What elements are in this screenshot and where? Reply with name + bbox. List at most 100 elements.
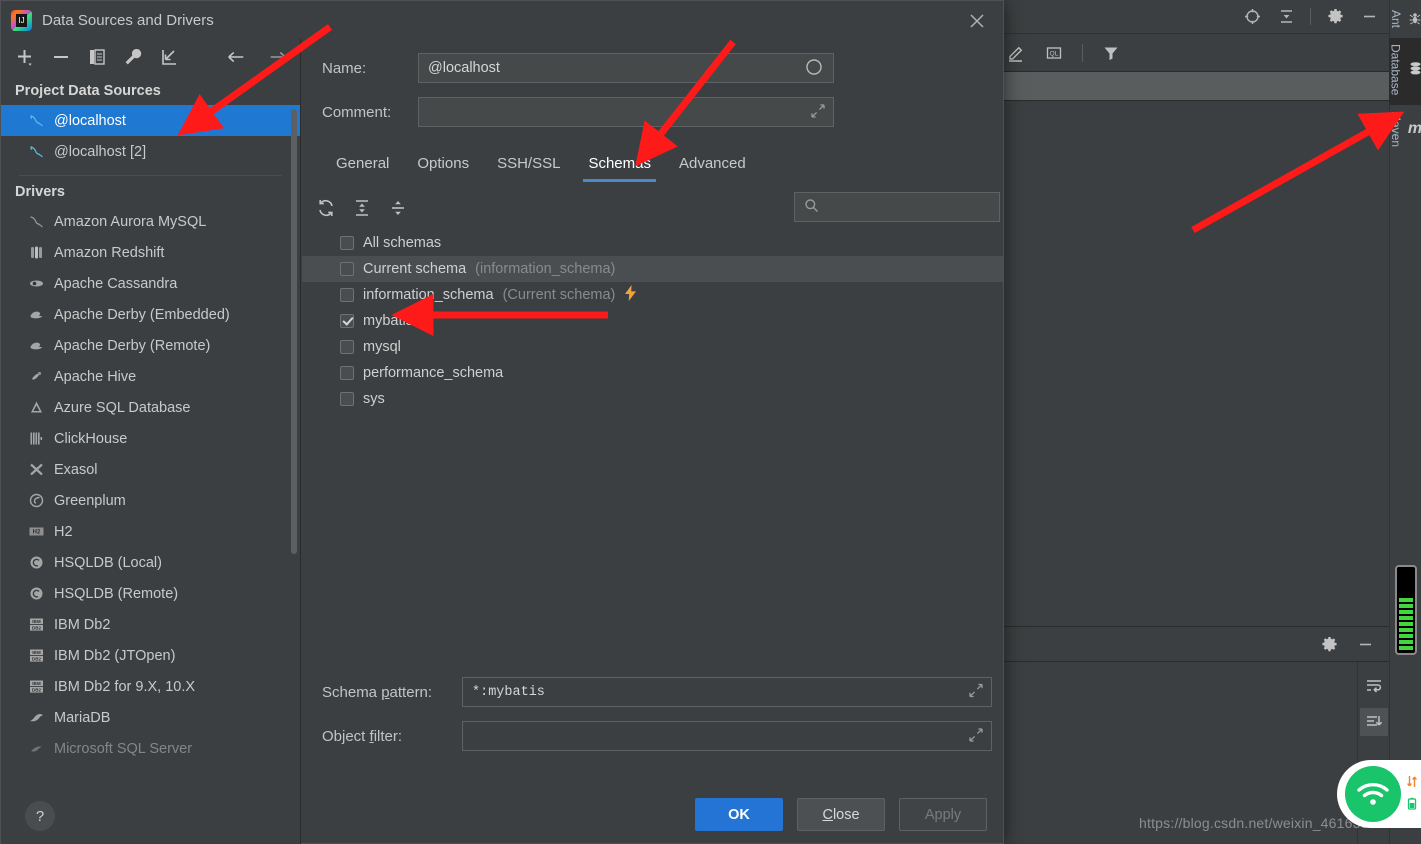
minus-icon[interactable] — [51, 47, 71, 67]
circle-indicator-icon[interactable] — [805, 58, 823, 78]
collapse-all-icon[interactable] — [388, 198, 408, 218]
schema-pattern-value: *:mybatis — [472, 684, 545, 700]
filter-icon[interactable] — [1101, 43, 1121, 63]
name-label: Name: — [322, 59, 367, 77]
expand-icon[interactable] — [969, 683, 983, 701]
tool-window-label: Ant — [1389, 10, 1403, 29]
object-filter-input[interactable] — [462, 721, 992, 751]
exasol-x-icon — [27, 461, 45, 479]
mysql-dolphin-icon — [27, 143, 45, 161]
schema-checkbox[interactable] — [340, 262, 354, 276]
data-source-item-localhost-2[interactable]: @localhost [2] — [1, 136, 300, 167]
settings-gear-icon[interactable] — [1325, 7, 1345, 27]
comment-input[interactable] — [418, 97, 834, 127]
intellij-idea-logo — [11, 9, 32, 31]
plus-icon[interactable] — [15, 47, 35, 67]
edit-pencil-icon[interactable] — [1006, 43, 1026, 63]
tab-options[interactable]: Options — [403, 149, 483, 182]
expand-icon[interactable] — [811, 104, 825, 120]
driver-item[interactable]: Apache Hive — [1, 361, 300, 392]
schema-checkbox[interactable] — [340, 314, 354, 328]
tab-general[interactable]: General — [322, 149, 403, 182]
schema-row-performance-schema[interactable]: performance_schema — [302, 360, 1003, 386]
driver-item[interactable]: Apache Derby (Embedded) — [1, 299, 300, 330]
driver-item[interactable]: Apache Derby (Remote) — [1, 330, 300, 361]
schema-row-all-schemas[interactable]: All schemas — [302, 230, 1003, 256]
tab-schemas[interactable]: Schemas — [574, 149, 665, 182]
driver-item[interactable]: Apache Cassandra — [1, 268, 300, 299]
data-sources-dialog: Data Sources and Drivers — [0, 0, 1004, 844]
driver-item[interactable]: HSQLDB (Remote) — [1, 578, 300, 609]
driver-item[interactable]: IBM DB2 IBM Db2 — [1, 609, 300, 640]
driver-item[interactable]: HSQLDB (Local) — [1, 547, 300, 578]
arrow-right-icon[interactable] — [268, 47, 288, 67]
schema-row-current-schema[interactable]: Current schema (information_schema) — [302, 256, 1003, 282]
driver-label: IBM Db2 — [54, 616, 111, 633]
schema-row-mybatis[interactable]: mybatis — [302, 308, 1003, 334]
name-input[interactable]: @localhost — [418, 53, 834, 83]
expand-all-icon[interactable] — [352, 198, 372, 218]
soft-wrap-icon[interactable] — [1360, 672, 1388, 700]
schema-pattern-input[interactable]: *:mybatis — [462, 677, 992, 707]
arrow-left-icon[interactable] — [226, 47, 246, 67]
ide-selected-row[interactable] — [1000, 72, 1389, 100]
close-icon[interactable] — [963, 7, 991, 35]
bottom-fields: Schema pattern: *:mybatis Object filter: — [302, 677, 1003, 751]
data-source-item-localhost[interactable]: @localhost — [1, 105, 300, 136]
settings-gear-icon[interactable] — [1319, 634, 1339, 654]
tool-window-ant[interactable]: Ant — [1389, 4, 1421, 38]
driver-item[interactable]: ClickHouse — [1, 423, 300, 454]
driver-item[interactable]: Amazon Aurora MySQL — [1, 206, 300, 237]
comment-label: Comment: — [322, 103, 392, 121]
locate-icon[interactable] — [1242, 7, 1262, 27]
driver-item[interactable]: MariaDB — [1, 702, 300, 733]
expand-icon[interactable] — [969, 728, 983, 744]
driver-item[interactable]: Greenplum — [1, 485, 300, 516]
query-console-icon[interactable]: QL — [1044, 43, 1064, 63]
wrench-icon[interactable] — [123, 47, 143, 67]
hide-window-icon[interactable] — [1355, 634, 1375, 654]
refresh-icon[interactable] — [316, 198, 336, 218]
scroll-to-end-icon[interactable] — [1359, 708, 1388, 736]
schema-checkbox[interactable] — [340, 366, 354, 380]
mariadb-seal-icon — [27, 709, 45, 727]
hsqldb-icon — [27, 585, 45, 603]
notification-toast[interactable]: 0 2 — [1337, 760, 1421, 828]
schema-suffix: (Current schema) — [502, 287, 616, 303]
driver-item[interactable]: H2 H2 — [1, 516, 300, 547]
import-arrow-icon[interactable] — [159, 47, 179, 67]
driver-item[interactable]: IBM DB2 IBM Db2 (JTOpen) — [1, 640, 300, 671]
right-tool-window-bar: Ant Database m Maven — [1388, 0, 1421, 844]
schema-checkbox[interactable] — [340, 288, 354, 302]
mysql-dolphin-icon — [27, 112, 45, 130]
driver-label: HSQLDB (Local) — [54, 554, 162, 571]
memory-indicator[interactable] — [1395, 565, 1417, 655]
schema-checkbox[interactable] — [340, 236, 354, 250]
driver-item[interactable]: Exasol — [1, 454, 300, 485]
schema-checkbox[interactable] — [340, 392, 354, 406]
driver-label: Azure SQL Database — [54, 399, 191, 416]
tool-window-database[interactable]: Database — [1388, 38, 1421, 106]
schema-row-mysql[interactable]: mysql — [302, 334, 1003, 360]
schema-search-input[interactable] — [794, 192, 1000, 222]
left-panel-scrollbar[interactable] — [291, 109, 297, 554]
driver-label: Amazon Redshift — [54, 244, 165, 261]
copy-icon[interactable] — [87, 47, 107, 67]
driver-item[interactable]: IBM DB2 IBM Db2 for 9.X, 10.X — [1, 671, 300, 702]
driver-label: Apache Derby (Remote) — [54, 337, 211, 354]
driver-item[interactable]: Azure SQL Database — [1, 392, 300, 423]
driver-item[interactable]: Amazon Redshift — [1, 237, 300, 268]
schema-row-information-schema[interactable]: information_schema (Current schema) — [302, 282, 1003, 308]
hide-window-icon[interactable] — [1359, 7, 1379, 27]
close-button[interactable]: Close — [797, 798, 885, 831]
tab-advanced[interactable]: Advanced — [665, 149, 760, 182]
schema-checkbox[interactable] — [340, 340, 354, 354]
tool-window-maven[interactable]: m Maven — [1389, 105, 1421, 157]
driver-item[interactable]: Microsoft SQL Server — [1, 733, 300, 764]
collapse-all-icon[interactable] — [1276, 7, 1296, 27]
help-button[interactable]: ? — [25, 801, 55, 831]
ok-button[interactable]: OK — [695, 798, 783, 831]
svg-text:QL: QL — [1050, 50, 1059, 57]
schema-row-sys[interactable]: sys — [302, 386, 1003, 412]
tab-ssh-ssl[interactable]: SSH/SSL — [483, 149, 574, 182]
